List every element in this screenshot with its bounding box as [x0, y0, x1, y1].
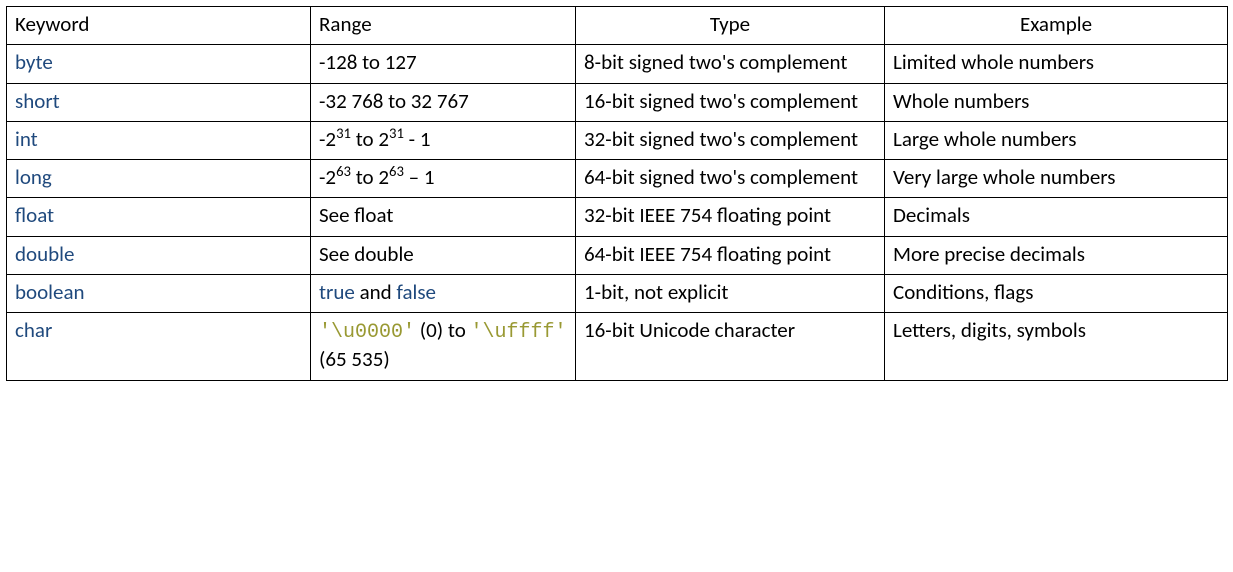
- type-long: 64-bit signed two's complement: [576, 160, 885, 198]
- table-row: short -32 768 to 32 767 16-bit signed tw…: [7, 83, 1228, 121]
- range-byte: -128 to 127: [311, 45, 576, 83]
- table-header-row: Keyword Range Type Example: [7, 7, 1228, 45]
- header-example: Example: [885, 7, 1228, 45]
- keyword-short: short: [15, 88, 60, 114]
- primitive-types-table: Keyword Range Type Example byte -128 to …: [6, 6, 1228, 381]
- keyword-char: char: [15, 317, 52, 343]
- range-boolean: true and false: [311, 275, 576, 313]
- table-row: int -231 to 231 - 1 32-bit signed two's …: [7, 121, 1228, 159]
- type-int: 32-bit signed two's complement: [576, 121, 885, 159]
- example-short: Whole numbers: [885, 83, 1228, 121]
- type-boolean: 1-bit, not explicit: [576, 275, 885, 313]
- header-type: Type: [576, 7, 885, 45]
- table-row: double See double 64-bit IEEE 754 floati…: [7, 236, 1228, 274]
- table-row: byte -128 to 127 8-bit signed two's comp…: [7, 45, 1228, 83]
- table-row: float See float 32-bit IEEE 754 floating…: [7, 198, 1228, 236]
- example-double: More precise decimals: [885, 236, 1228, 274]
- range-float: See float: [311, 198, 576, 236]
- example-long: Very large whole numbers: [885, 160, 1228, 198]
- type-char: 16-bit Unicode character: [576, 313, 885, 380]
- table-row: char '\u0000' (0) to '\uffff' (65 535) 1…: [7, 313, 1228, 380]
- table-row: boolean true and false 1-bit, not explic…: [7, 275, 1228, 313]
- header-range: Range: [311, 7, 576, 45]
- keyword-byte: byte: [15, 49, 53, 75]
- range-short: -32 768 to 32 767: [311, 83, 576, 121]
- type-double: 64-bit IEEE 754 floating point: [576, 236, 885, 274]
- keyword-float: float: [15, 202, 54, 228]
- type-float: 32-bit IEEE 754 floating point: [576, 198, 885, 236]
- range-char: '\u0000' (0) to '\uffff' (65 535): [311, 313, 576, 380]
- type-byte: 8-bit signed two's complement: [576, 45, 885, 83]
- type-short: 16-bit signed two's complement: [576, 83, 885, 121]
- table-row: long -263 to 263 – 1 64-bit signed two's…: [7, 160, 1228, 198]
- header-keyword: Keyword: [7, 7, 311, 45]
- example-char: Letters, digits, symbols: [885, 313, 1228, 380]
- range-long: -263 to 263 – 1: [311, 160, 576, 198]
- example-boolean: Conditions, flags: [885, 275, 1228, 313]
- example-byte: Limited whole numbers: [885, 45, 1228, 83]
- example-int: Large whole numbers: [885, 121, 1228, 159]
- keyword-double: double: [15, 241, 74, 267]
- keyword-long: long: [15, 164, 52, 190]
- range-int: -231 to 231 - 1: [311, 121, 576, 159]
- example-float: Decimals: [885, 198, 1228, 236]
- range-double: See double: [311, 236, 576, 274]
- keyword-boolean: boolean: [15, 279, 85, 305]
- keyword-int: int: [15, 126, 38, 152]
